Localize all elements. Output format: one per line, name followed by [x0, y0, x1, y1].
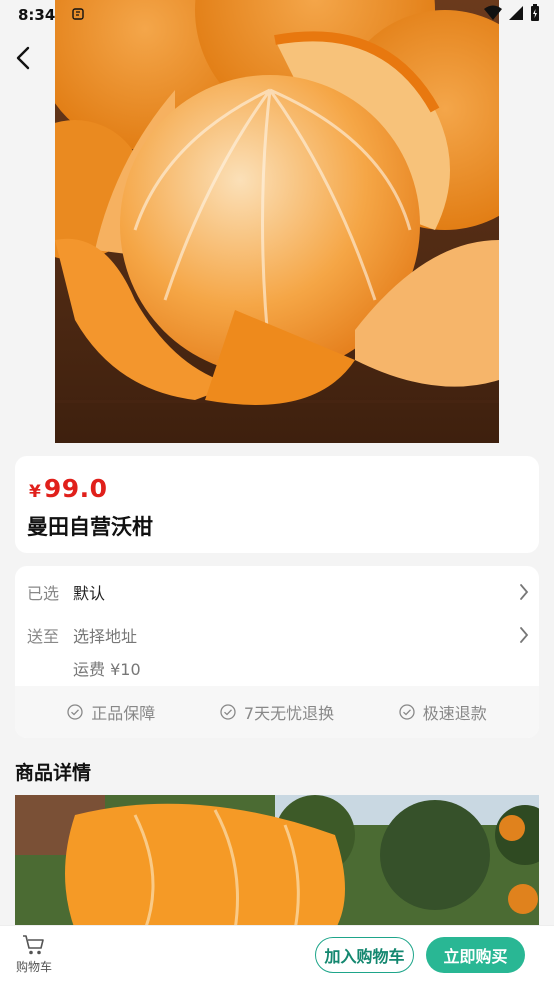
guarantee-item: 7天无忧退换: [220, 700, 334, 724]
shopping-cart-icon: [23, 935, 44, 955]
guarantee-strip: 正品保障 7天无忧退换 极速退款: [15, 686, 539, 738]
options-card: 已选 默认 送至 选择地址 运费 ¥10 正品保障 7天无忧退换 极速退款: [15, 566, 539, 738]
check-circle-icon: [220, 704, 236, 720]
guarantee-label: 极速退款: [422, 704, 487, 723]
selected-value: 默认: [73, 584, 106, 603]
chevron-left-icon: [16, 46, 30, 70]
orange-photo: [55, 0, 499, 443]
signal-icon: [508, 5, 524, 25]
cart-tab[interactable]: 购物车: [12, 934, 56, 978]
shipping-fee: 运费 ¥10: [73, 660, 141, 679]
orange-detail-photo: [15, 795, 539, 930]
selected-label: 已选: [27, 584, 60, 603]
bottom-action-bar: 购物车 加入购物车 立即购买: [0, 925, 554, 984]
spec-selector-row[interactable]: 已选 默认: [15, 577, 539, 607]
price-card: ¥ 99.0 曼田自营沃柑: [15, 456, 539, 553]
guarantee-item: 极速退款: [399, 700, 487, 724]
check-circle-icon: [67, 704, 83, 720]
battery-icon: [530, 4, 540, 26]
back-button[interactable]: [6, 38, 40, 78]
chevron-right-icon: [519, 583, 529, 605]
product-detail-image: [15, 795, 539, 930]
chevron-right-icon: [519, 626, 529, 648]
address-selector-row[interactable]: 送至 选择地址: [15, 620, 539, 650]
guarantee-label: 7天无忧退换: [243, 704, 335, 723]
wifi-icon: [484, 5, 502, 25]
delivery-label: 送至: [27, 627, 60, 646]
cart-tab-label: 购物车: [15, 960, 52, 974]
add-to-cart-button[interactable]: 加入购物车: [315, 937, 414, 973]
price-amount: 99.0: [43, 474, 108, 503]
notification-icon: [71, 6, 85, 25]
buy-now-button[interactable]: 立即购买: [426, 937, 525, 973]
guarantee-label: 正品保障: [91, 704, 156, 723]
product-price: ¥ 99.0: [29, 474, 108, 503]
product-hero-image: [55, 0, 499, 443]
status-time: 8:34: [18, 6, 56, 24]
details-section-title: 商品详情: [15, 762, 92, 784]
check-circle-icon: [399, 704, 415, 720]
price-currency: ¥: [29, 482, 41, 502]
delivery-value: 选择地址: [73, 627, 138, 646]
product-title: 曼田自营沃柑: [27, 515, 153, 539]
guarantee-item: 正品保障: [67, 700, 155, 724]
status-bar: 8:34: [0, 0, 554, 30]
